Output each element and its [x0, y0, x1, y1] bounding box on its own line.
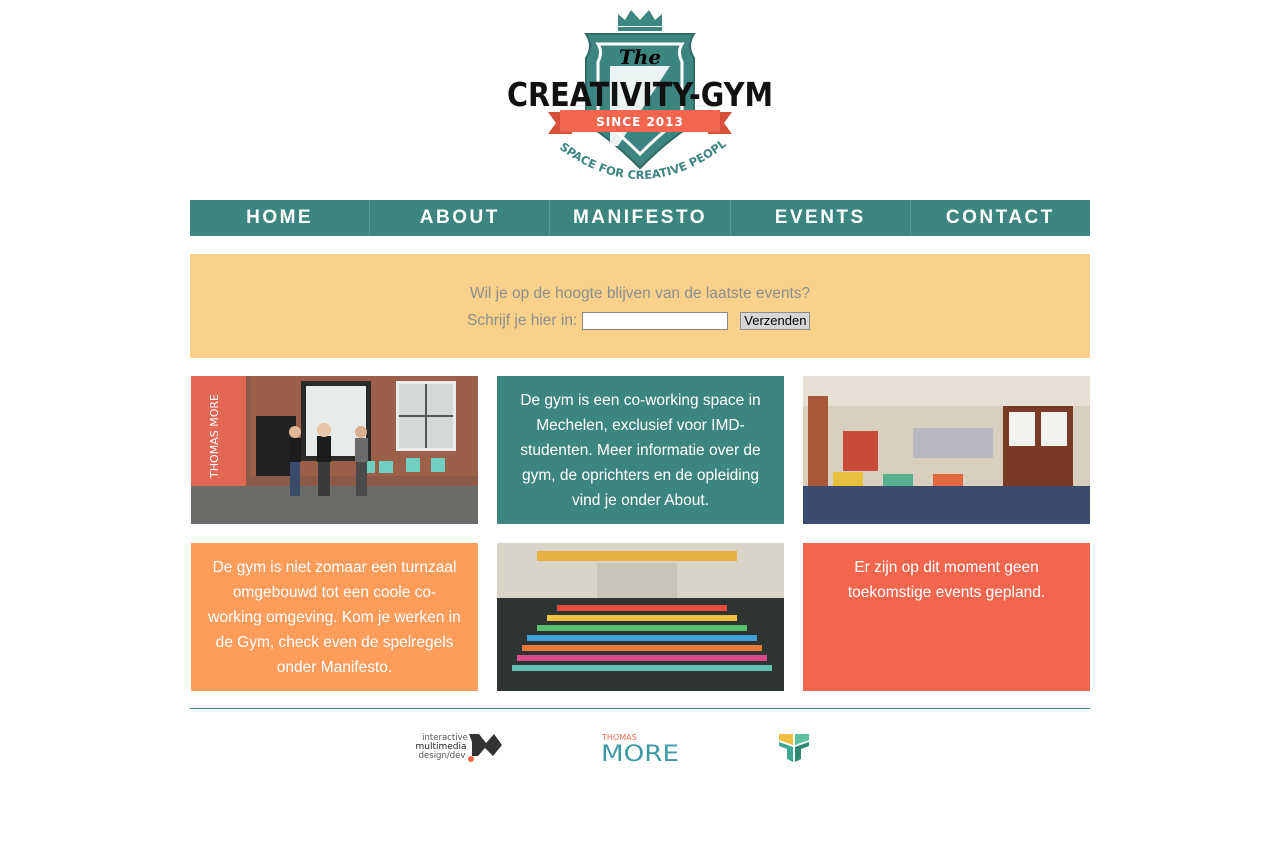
about-tile[interactable]: De gym is een co-working space in Mechel…	[497, 376, 784, 524]
nav-contact[interactable]: CONTACT	[911, 200, 1090, 236]
partner-tree-logo[interactable]	[778, 731, 810, 763]
photo-chairs	[497, 543, 784, 691]
photo-founders: THOMAS MORE	[191, 376, 478, 524]
site-logo[interactable]: The CREATIVITY-GYM SINCE 2013 A SPACE FO…	[496, 0, 780, 196]
svg-text:The: The	[619, 45, 661, 69]
photo-interior-image	[803, 376, 1090, 524]
photo-chairs-image	[497, 543, 784, 691]
newsletter-question: Wil je op de hoogte blijven van de laats…	[469, 285, 811, 302]
newsletter-label: Schrijf je hier in:	[467, 312, 578, 329]
svg-text:MORE: MORE	[601, 742, 679, 764]
footer-divider	[190, 708, 1090, 709]
svg-text:THOMAS MORE: THOMAS MORE	[208, 394, 221, 479]
about-tile-text: De gym is een co-working space in Mechel…	[520, 392, 761, 509]
nav-home[interactable]: HOME	[190, 200, 371, 236]
tree-logo-icon	[779, 734, 809, 762]
photo-interior	[803, 376, 1090, 524]
crown-icon	[618, 10, 662, 31]
events-tile[interactable]: Er zijn op dit moment geen toekomstige e…	[803, 543, 1090, 691]
nav-events[interactable]: EVENTS	[731, 200, 911, 236]
main-nav: HOME ABOUT MANIFESTO EVENTS CONTACT	[190, 200, 1090, 236]
nav-about[interactable]: ABOUT	[370, 200, 551, 236]
thomas-more-logo-graphic: THOMAS MORE	[601, 733, 679, 767]
svg-text:design/dev: design/dev	[419, 751, 466, 761]
partner-thomas-more-logo[interactable]: THOMAS MORE	[601, 730, 681, 767]
svg-text:THOMAS: THOMAS	[601, 733, 637, 742]
newsletter-box: Wil je op de hoogte blijven van de laats…	[190, 254, 1090, 358]
imd-logo-graphic: interactive multimedia design/dev	[415, 733, 502, 762]
newsletter-form: Schrijf je hier in: Verzenden	[467, 311, 811, 331]
svg-text:CREATIVITY-GYM: CREATIVITY-GYM	[507, 75, 773, 114]
newsletter-email-input[interactable]	[582, 312, 729, 330]
manifesto-tile[interactable]: De gym is niet zomaar een turnzaal omgeb…	[191, 543, 478, 691]
svg-text:SINCE 2013: SINCE 2013	[596, 115, 684, 129]
newsletter-submit-button[interactable]: Verzenden	[740, 312, 811, 330]
logo-graphic: The CREATIVITY-GYM SINCE 2013 A SPACE FO…	[496, 0, 773, 182]
photo-founders-image: THOMAS MORE	[191, 376, 478, 524]
partner-imd-logo[interactable]: interactive multimedia design/dev	[414, 730, 504, 764]
manifesto-tile-text: De gym is niet zomaar een turnzaal omgeb…	[208, 559, 461, 676]
nav-manifesto[interactable]: MANIFESTO	[550, 200, 731, 236]
events-tile-text: Er zijn op dit moment geen toekomstige e…	[847, 559, 1046, 601]
